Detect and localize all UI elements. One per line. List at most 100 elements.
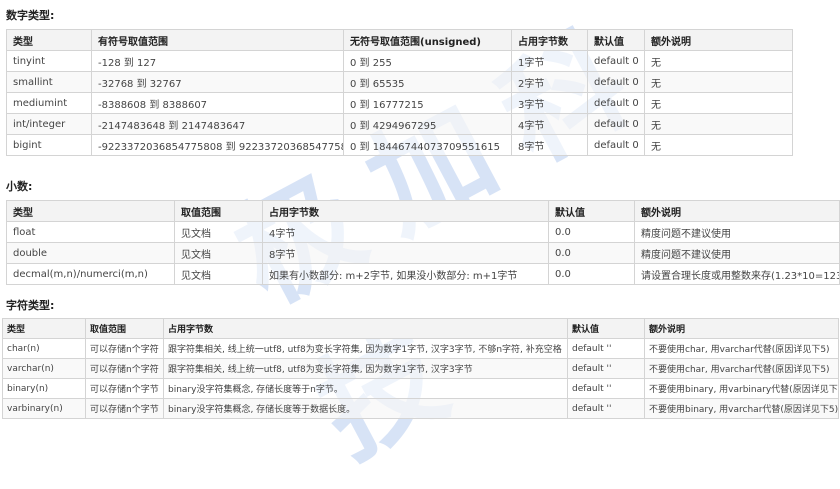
column-header: 默认值 — [548, 200, 635, 222]
table-row: float 见文档 4字节 0.0 精度问题不建议使用 — [6, 221, 840, 243]
column-header: 类型 — [6, 29, 92, 51]
table-cell: 精度问题不建议使用 — [634, 221, 840, 243]
table-row: smallint -32768 到 32767 0 到 65535 2字节 de… — [6, 71, 793, 93]
table-row: varchar(n) 可以存储n个字符 跟字符集相关, 线上统一utf8, ut… — [2, 358, 839, 379]
table-cell: 8字节 — [262, 242, 549, 264]
table-cell: 跟字符集相关, 线上统一utf8, utf8为变长字符集, 因为数字1字节, 汉… — [163, 338, 568, 359]
column-header: 类型 — [2, 318, 86, 339]
column-header: 额外说明 — [644, 318, 839, 339]
table-cell: -8388608 到 8388607 — [91, 92, 344, 114]
table-header-row: 类型 取值范围 占用字节数 默认值 额外说明 — [6, 200, 840, 222]
column-header: 取值范围 — [174, 200, 263, 222]
table-cell: 如果有小数部分: m+2字节, 如果没小数部分: m+1字节 — [262, 263, 549, 285]
table-cell: 0 到 255 — [343, 50, 512, 72]
numeric-section-title: 数字类型: — [6, 9, 55, 22]
table-cell: 无 — [644, 113, 793, 135]
table-cell: 4字节 — [511, 113, 588, 135]
table-cell: mediumint — [6, 92, 92, 114]
table-row: bigint -9223372036854775808 到 9223372036… — [6, 134, 793, 156]
column-header: 额外说明 — [644, 29, 793, 51]
table-cell: 4字节 — [262, 221, 549, 243]
table-cell: 请设置合理长度或用整数来存(1.23*10=123) — [634, 263, 840, 285]
string-types-table: 类型 取值范围 占用字节数 默认值 额外说明 char(n) 可以存储n个字符 … — [2, 318, 839, 419]
table-row: binary(n) 可以存储n个字节 binary没字符集概念, 存储长度等于n… — [2, 378, 839, 399]
table-header-row: 类型 有符号取值范围 无符号取值范围(unsigned) 占用字节数 默认值 额… — [6, 29, 793, 51]
numeric-types-table: 类型 有符号取值范围 无符号取值范围(unsigned) 占用字节数 默认值 额… — [6, 29, 793, 156]
table-cell: default '' — [567, 398, 645, 419]
column-header: 占用字节数 — [511, 29, 588, 51]
column-header: 默认值 — [567, 318, 645, 339]
table-cell: binary没字符集概念, 存储长度等于n字节。 — [163, 378, 568, 399]
table-row: decmal(m,n)/numerci(m,n) 见文档 如果有小数部分: m+… — [6, 263, 840, 285]
column-header: 类型 — [6, 200, 175, 222]
table-cell: float — [6, 221, 175, 243]
column-header: 占用字节数 — [163, 318, 568, 339]
table-cell: 见文档 — [174, 242, 263, 264]
table-cell: tinyint — [6, 50, 92, 72]
table-cell: 3字节 — [511, 92, 588, 114]
table-row: varbinary(n) 可以存储n个字节 binary没字符集概念, 存储长度… — [2, 398, 839, 419]
table-cell: default 0 — [587, 92, 645, 114]
table-cell: default '' — [567, 378, 645, 399]
table-cell: 不要使用binary, 用varbinary代替(原因详见下5) — [644, 378, 839, 399]
table-cell: -32768 到 32767 — [91, 71, 344, 93]
table-cell: -128 到 127 — [91, 50, 344, 72]
table-cell: double — [6, 242, 175, 264]
decimal-section-title: 小数: — [6, 180, 33, 193]
table-cell: 可以存储n个字符 — [85, 358, 164, 379]
table-cell: 无 — [644, 50, 793, 72]
table-cell: 1字节 — [511, 50, 588, 72]
column-header: 取值范围 — [85, 318, 164, 339]
table-cell: varchar(n) — [2, 358, 86, 379]
table-cell: default 0 — [587, 113, 645, 135]
table-cell: char(n) — [2, 338, 86, 359]
table-cell: 0.0 — [548, 221, 635, 243]
table-cell: 精度问题不建议使用 — [634, 242, 840, 264]
table-row: mediumint -8388608 到 8388607 0 到 1677721… — [6, 92, 793, 114]
table-cell: 2字节 — [511, 71, 588, 93]
table-cell: 无 — [644, 92, 793, 114]
table-cell: bigint — [6, 134, 92, 156]
table-cell: default 0 — [587, 50, 645, 72]
table-cell: 不要使用char, 用varchar代替(原因详见下5) — [644, 358, 839, 379]
table-cell: int/integer — [6, 113, 92, 135]
table-row: double 见文档 8字节 0.0 精度问题不建议使用 — [6, 242, 840, 264]
column-header: 无符号取值范围(unsigned) — [343, 29, 512, 51]
table-cell: 0 到 65535 — [343, 71, 512, 93]
table-cell: 跟字符集相关, 线上统一utf8, utf8为变长字符集, 因为数字1字节, 汉… — [163, 358, 568, 379]
decimal-types-table: 类型 取值范围 占用字节数 默认值 额外说明 float 见文档 4字节 0.0… — [6, 200, 840, 285]
table-cell: smallint — [6, 71, 92, 93]
string-section-title: 字符类型: — [6, 299, 55, 312]
table-cell: 不要使用char, 用varchar代替(原因详见下5) — [644, 338, 839, 359]
table-cell: 0.0 — [548, 242, 635, 264]
table-cell: 无 — [644, 71, 793, 93]
table-cell: 见文档 — [174, 263, 263, 285]
table-cell: default '' — [567, 358, 645, 379]
table-cell: 可以存储n个字符 — [85, 338, 164, 359]
table-cell: 见文档 — [174, 221, 263, 243]
table-cell: -9223372036854775808 到 92233720368547758… — [91, 134, 344, 156]
table-header-row: 类型 取值范围 占用字节数 默认值 额外说明 — [2, 318, 839, 339]
column-header: 额外说明 — [634, 200, 840, 222]
table-cell: decmal(m,n)/numerci(m,n) — [6, 263, 175, 285]
table-cell: 无 — [644, 134, 793, 156]
table-cell: default 0 — [587, 134, 645, 156]
column-header: 占用字节数 — [262, 200, 549, 222]
table-cell: 可以存储n个字节 — [85, 378, 164, 399]
table-cell: 可以存储n个字节 — [85, 398, 164, 419]
column-header: 默认值 — [587, 29, 645, 51]
table-cell: default 0 — [587, 71, 645, 93]
table-cell: binary没字符集概念, 存储长度等于数据长度。 — [163, 398, 568, 419]
table-cell: default '' — [567, 338, 645, 359]
table-cell: 0 到 18446744073709551615 — [343, 134, 512, 156]
table-cell: 不要使用binary, 用varchar代替(原因详见下5) — [644, 398, 839, 419]
table-cell: 0.0 — [548, 263, 635, 285]
table-row: tinyint -128 到 127 0 到 255 1字节 default 0… — [6, 50, 793, 72]
table-cell: 8字节 — [511, 134, 588, 156]
column-header: 有符号取值范围 — [91, 29, 344, 51]
table-cell: binary(n) — [2, 378, 86, 399]
table-cell: varbinary(n) — [2, 398, 86, 419]
table-row: char(n) 可以存储n个字符 跟字符集相关, 线上统一utf8, utf8为… — [2, 338, 839, 359]
table-cell: -2147483648 到 2147483647 — [91, 113, 344, 135]
table-row: int/integer -2147483648 到 2147483647 0 到… — [6, 113, 793, 135]
